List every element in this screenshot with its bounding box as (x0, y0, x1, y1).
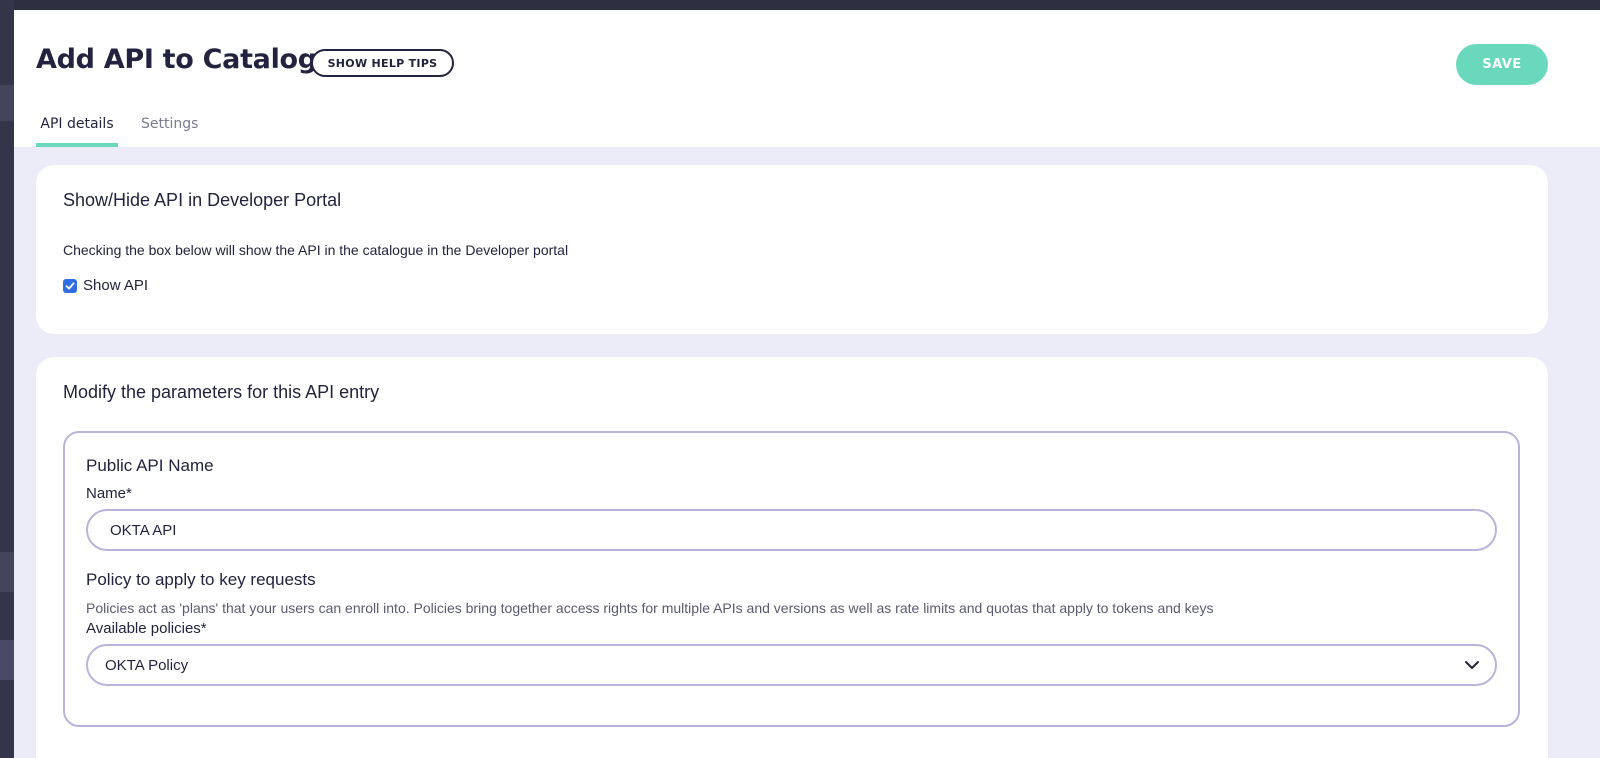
available-policies-select[interactable]: OKTA Policy (86, 644, 1497, 686)
show-api-checkbox[interactable] (63, 278, 77, 293)
name-input[interactable] (86, 509, 1497, 551)
name-label: Name* (86, 485, 132, 502)
card-title: Show/Hide API in Developer Portal (63, 190, 342, 210)
chevron-down-icon (1465, 661, 1479, 669)
selected-policy: OKTA Policy (105, 656, 189, 674)
policy-heading: Policy to apply to key requests (86, 570, 316, 589)
show-api-checkbox-row: Show API (63, 277, 148, 294)
add-api-panel: Add API to Catalogue SHOW HELP TIPS SAVE… (14, 10, 1600, 758)
show-api-label: Show API (83, 277, 149, 294)
tab-api-details[interactable]: API details (36, 116, 118, 147)
page-title: Add API to Catalogue (36, 44, 354, 75)
card-title: Modify the parameters for this API entry (63, 382, 380, 402)
available-policies-label: Available policies* (86, 620, 207, 637)
api-parameters-card: Modify the parameters for this API entry… (36, 357, 1548, 758)
card-description: Checking the box below will show the API… (63, 242, 569, 258)
save-button[interactable]: SAVE (1456, 44, 1548, 85)
page-header: Add API to Catalogue SHOW HELP TIPS SAVE… (14, 10, 1600, 147)
tab-settings[interactable]: Settings (141, 116, 198, 147)
parameters-box: Public API Name Name* Policy to apply to… (63, 431, 1520, 727)
show-hide-api-card: Show/Hide API in Developer Portal Checki… (36, 165, 1548, 334)
policy-help-text: Policies act as 'plans' that your users … (86, 600, 1214, 616)
public-api-name-heading: Public API Name (86, 456, 214, 475)
background-sidebar (0, 0, 14, 758)
window-top-bar (0, 0, 1600, 10)
checkmark-icon (65, 282, 75, 289)
show-help-tips-button[interactable]: SHOW HELP TIPS (311, 49, 454, 77)
